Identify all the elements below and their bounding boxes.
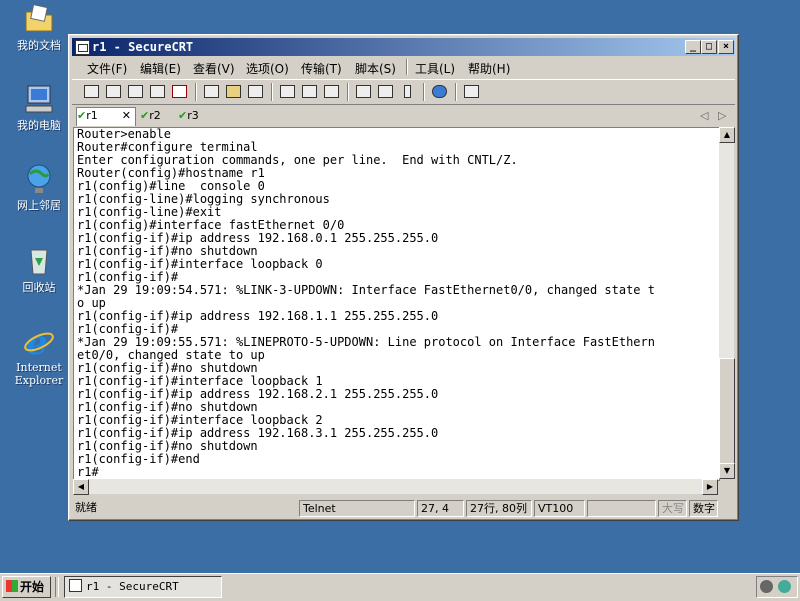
toolbar [72,79,735,105]
print-icon[interactable] [278,83,296,99]
folder-icon [22,2,56,36]
tab-label: r3 [187,109,199,122]
status-bar: 就绪 Telnet 27, 4 27行, 80列 VT100 大写 数字 [72,499,735,517]
vertical-scrollbar[interactable]: ▲ ▼ [719,127,735,479]
status-caps: 大写 [658,500,687,517]
close-button[interactable]: × [718,40,734,54]
find-icon[interactable] [246,83,264,99]
reconnect-icon[interactable] [148,83,166,99]
securecrt-app-icon [75,40,90,55]
tab-r3[interactable]: ✔r3 [178,108,199,124]
menu-transfer[interactable]: 传输(T) [301,60,342,77]
tab-scroll-right-icon[interactable]: ▷ [718,108,726,124]
connect-icon[interactable] [82,83,100,99]
toolbar-separator [271,83,273,101]
taskbar-separator [55,577,59,597]
desktop-icon-my-documents[interactable]: 我的文档 [6,2,72,52]
status-cursor: 27, 4 [417,500,464,517]
horizontal-scrollbar[interactable]: ◀ ▶ [73,479,718,495]
scroll-down-icon[interactable]: ▼ [719,463,735,479]
scroll-up-icon[interactable]: ▲ [719,127,735,143]
securecrt-app-icon [69,579,82,592]
securecrt-window: r1 - SecureCRT _ □ × 文件(F) 编辑(E) 查看(V) 选… [68,34,739,521]
status-emulation: VT100 [534,500,585,517]
start-button[interactable]: 开始 [2,576,51,598]
tab-scroll-left-icon[interactable]: ◁ [700,108,708,124]
status-protocol: Telnet [299,500,415,517]
menu-file[interactable]: 文件(F) [87,60,127,77]
recycle-bin-icon [22,244,56,278]
tray-network-icon[interactable] [760,580,773,593]
desktop-icon-my-computer[interactable]: 我的电脑 [6,82,72,132]
connected-check-icon: ✔ [77,109,87,122]
menu-script[interactable]: 脚本(S) [355,60,396,77]
tab-label: r2 [149,109,161,122]
keymap-icon[interactable] [398,83,416,99]
tab-label: r1 [86,109,98,122]
help-icon[interactable] [430,83,448,99]
screen-icon[interactable] [462,83,480,99]
desktop-icon-label: 我的电脑 [17,119,61,132]
session-tabs: ✔r1 ✕ ✔r2 ✔r3 ◁ ▷ [72,106,735,126]
copy-icon[interactable] [202,83,220,99]
start-label: 开始 [20,580,45,594]
global-options-icon[interactable] [376,83,394,99]
toolbar-separator [347,83,349,101]
menu-edit[interactable]: 编辑(E) [140,60,181,77]
taskbar: 开始 r1 - SecureCRT [0,573,800,601]
windows-logo-icon [6,580,18,592]
toolbar-separator [455,83,457,101]
computer-icon [22,82,56,116]
connect-tab-icon[interactable] [126,83,144,99]
tab-r1[interactable]: ✔r1 ✕ [76,107,136,126]
status-blank [587,500,656,517]
desktop-icon-network[interactable]: 网上邻居 [6,162,72,212]
print-setup-icon[interactable] [322,83,340,99]
desktop-icon-recycle-bin[interactable]: 回收站 [6,244,72,294]
task-label: r1 - SecureCRT [86,580,179,593]
system-tray [756,576,798,598]
maximize-button[interactable]: □ [701,40,717,54]
menu-separator [406,59,408,75]
menu-bar: 文件(F) 编辑(E) 查看(V) 选项(O) 传输(T) 脚本(S) 工具(L… [72,57,735,77]
desktop-icon-label: 回收站 [22,281,56,294]
connected-check-icon: ✔ [140,109,150,122]
status-num: 数字 [689,500,718,517]
desktop-icon-label: 网上邻居 [17,199,61,212]
scroll-thumb[interactable] [719,358,735,464]
terminal-area[interactable]: Router>enable Router#configure terminal … [73,127,720,481]
window-title: r1 - SecureCRT [92,40,194,54]
desktop-icon-label: Internet Explorer [14,361,64,387]
terminal-output: Router>enable Router#configure terminal … [77,127,655,479]
menu-view[interactable]: 查看(V) [193,60,235,77]
disconnect-icon[interactable] [170,83,188,99]
task-button-securecrt[interactable]: r1 - SecureCRT [64,576,222,598]
scroll-left-icon[interactable]: ◀ [73,479,89,495]
session-options-icon[interactable] [354,83,372,99]
tab-close-icon[interactable]: ✕ [122,108,131,124]
quick-connect-icon[interactable] [104,83,122,99]
scroll-right-icon[interactable]: ▶ [702,479,718,495]
internet-explorer-icon: e [22,323,56,363]
status-ready: 就绪 [75,501,97,514]
menu-help[interactable]: 帮助(H) [468,60,510,77]
menu-options[interactable]: 选项(O) [246,60,289,77]
connected-check-icon: ✔ [178,109,188,122]
menu-tools[interactable]: 工具(L) [415,60,455,77]
toolbar-separator [195,83,197,101]
status-size: 27行, 80列 [466,500,532,517]
tray-status-icon[interactable] [778,580,791,593]
desktop-icon-label: 我的文档 [17,39,61,52]
toolbar-separator [423,83,425,101]
minimize-button[interactable]: _ [685,40,701,54]
tab-r2[interactable]: ✔r2 [140,108,161,124]
desktop-icon-internet-explorer[interactable]: e Internet Explorer [6,323,72,387]
title-bar[interactable]: r1 - SecureCRT _ □ × [72,38,735,56]
print-selection-icon[interactable] [300,83,318,99]
network-globe-icon [22,162,56,196]
paste-icon[interactable] [224,83,242,99]
